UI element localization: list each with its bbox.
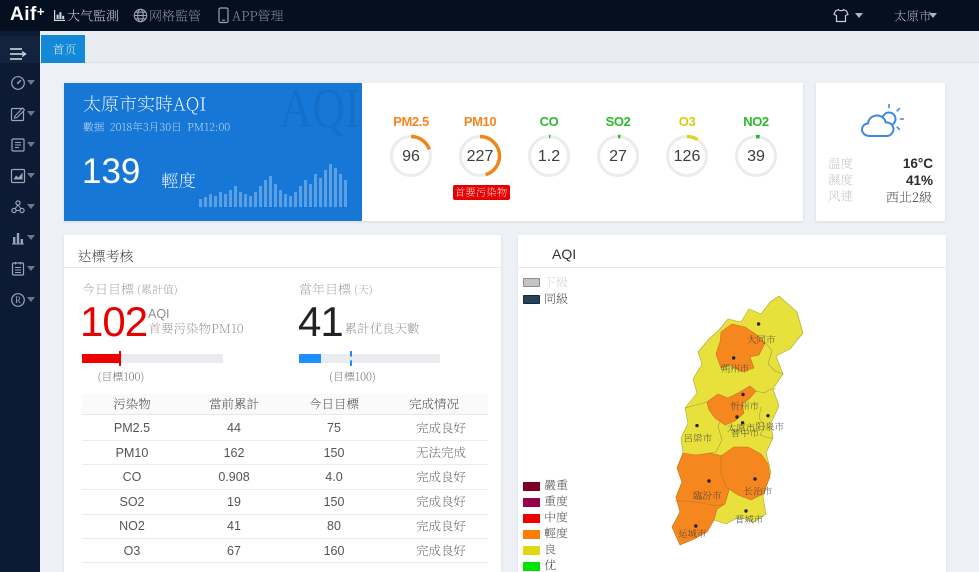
svg-text:R: R <box>15 295 21 305</box>
